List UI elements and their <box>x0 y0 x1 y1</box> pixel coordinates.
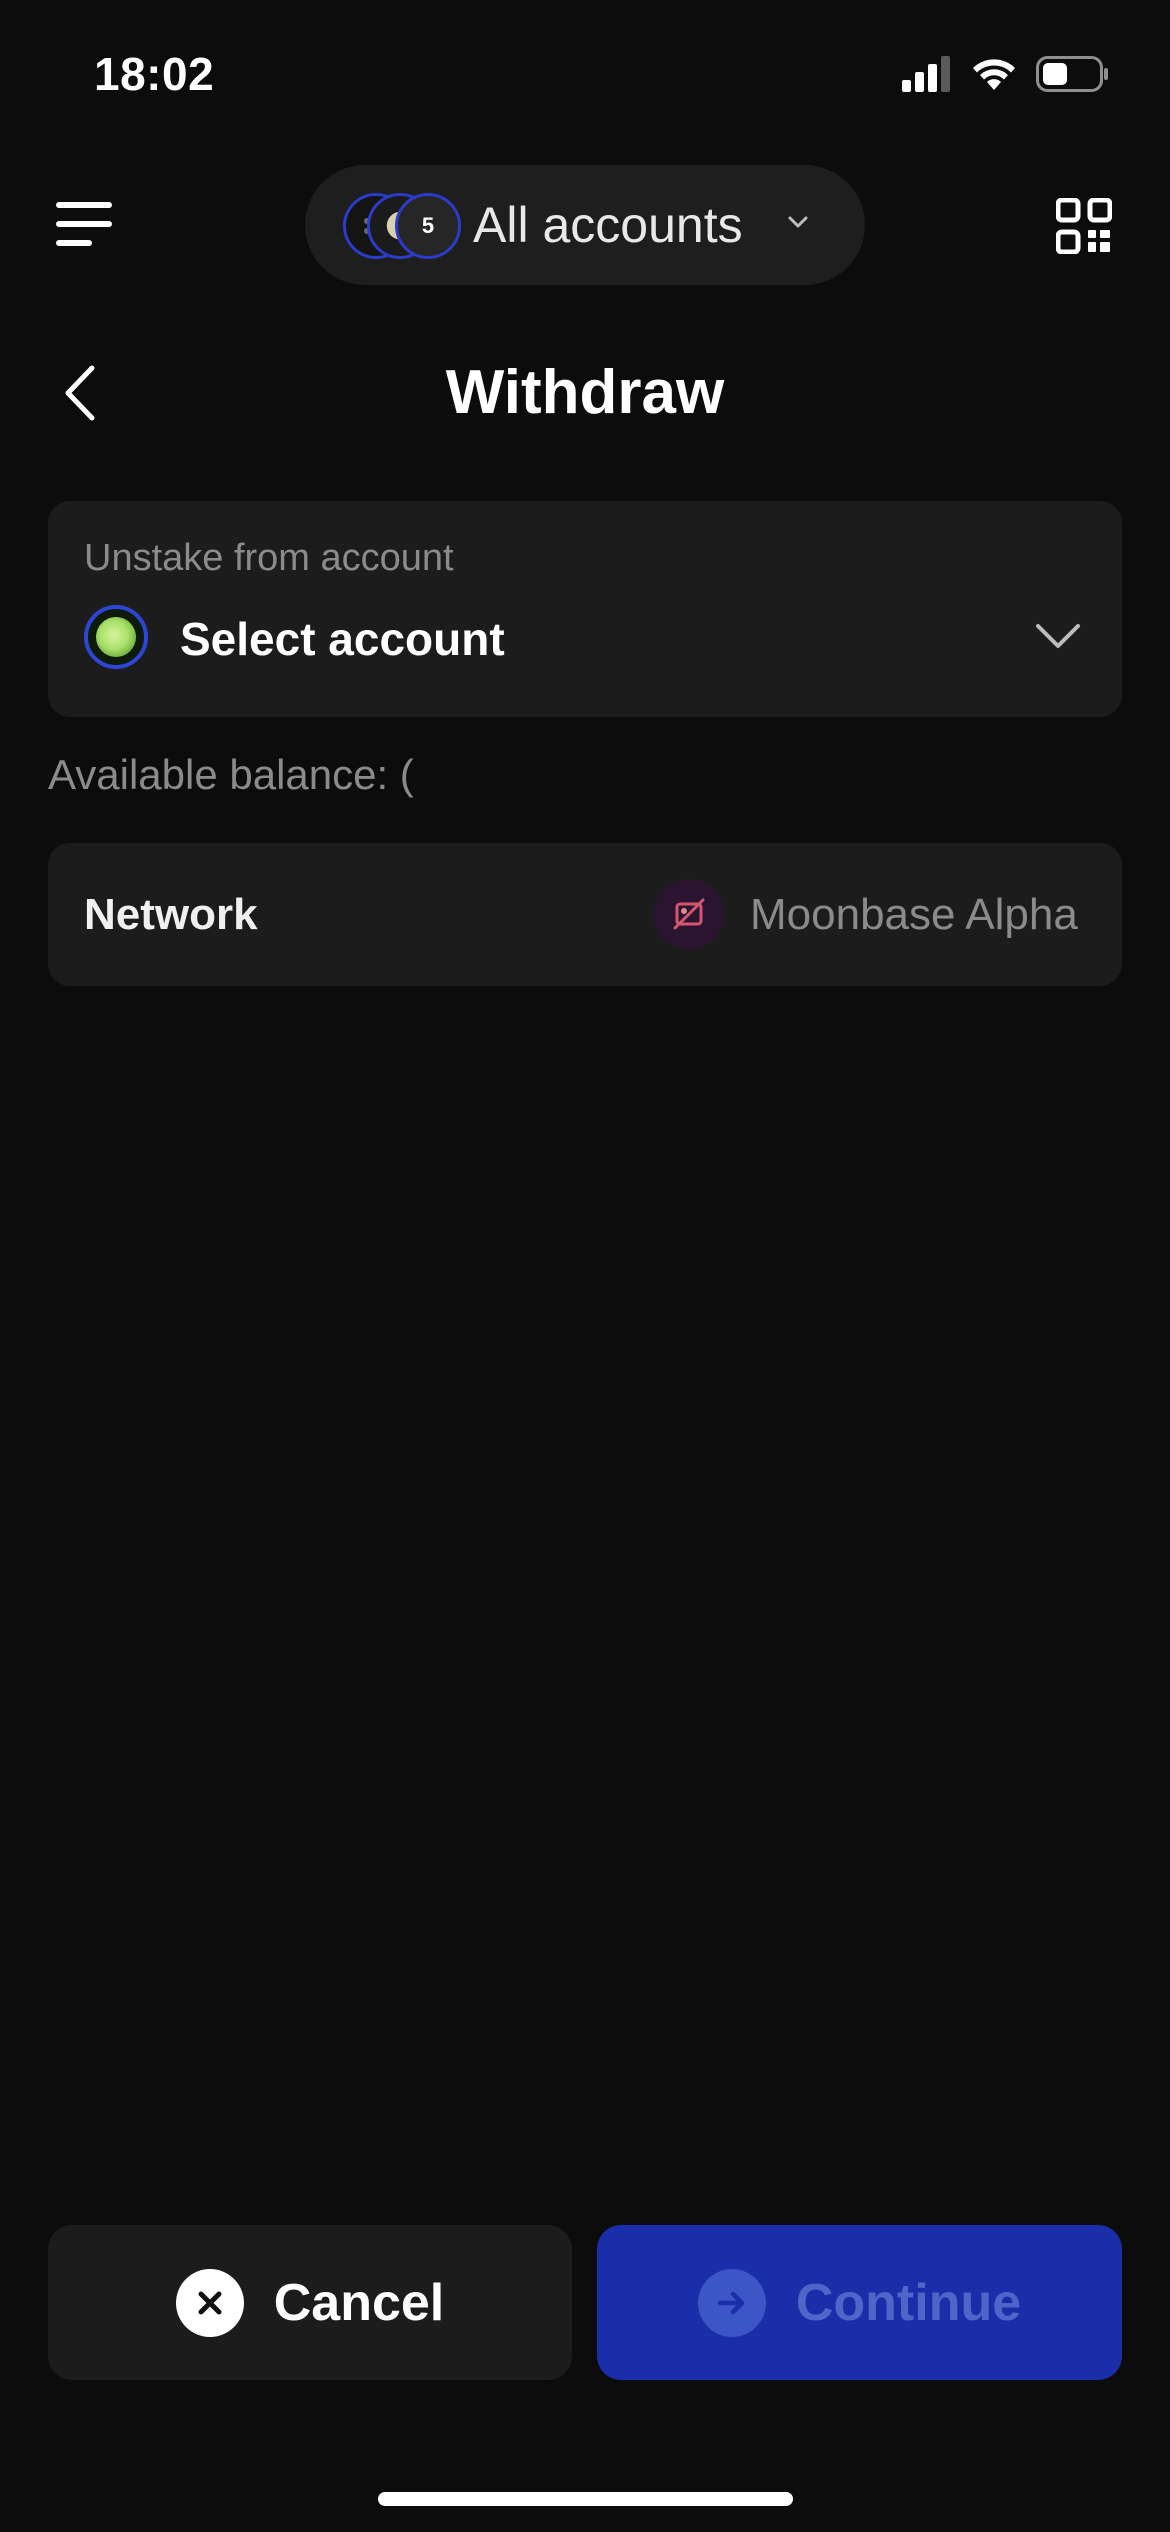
battery-icon <box>1036 56 1108 92</box>
account-avatars: 5 <box>343 193 463 259</box>
account-field-label: Unstake from account <box>84 537 454 579</box>
network-value: Moonbase Alpha <box>750 890 1078 939</box>
menu-line <box>56 240 92 246</box>
all-accounts-selector[interactable]: 5 All accounts <box>305 165 865 285</box>
status-time: 18:02 <box>94 48 215 100</box>
available-balance: Available balance: ( <box>48 751 414 798</box>
account-avatar <box>84 605 148 669</box>
account-avatar-image <box>96 617 136 657</box>
wifi-icon <box>973 59 1015 90</box>
continue-label: Continue <box>795 2273 1022 2332</box>
qr-code-icon[interactable] <box>1056 198 1112 254</box>
menu-line <box>56 221 112 227</box>
chevron-down-icon <box>788 216 808 228</box>
avatar-badge-count: 5 <box>421 213 435 238</box>
continue-button[interactable]: Continue <box>597 2225 1122 2380</box>
page-title: Withdraw <box>445 358 725 427</box>
cellular-signal-icon <box>902 56 950 92</box>
close-icon <box>175 2268 244 2337</box>
menu-line <box>56 202 112 208</box>
chevron-down-icon <box>1036 624 1080 648</box>
account-field-value: Select account <box>180 613 505 665</box>
arrow-right-icon <box>697 2268 766 2337</box>
menu-button[interactable] <box>52 196 116 252</box>
status-icons <box>902 52 1110 96</box>
back-arrow-icon[interactable] <box>60 362 100 424</box>
home-indicator <box>378 2492 793 2506</box>
cancel-label: Cancel <box>273 2273 445 2332</box>
network-field: Network Moonbase Alpha <box>48 843 1122 986</box>
unstake-account-selector[interactable]: Unstake from account Select account <box>48 501 1122 717</box>
account-avatar-badge: 5 <box>395 193 461 259</box>
network-label: Network <box>84 890 258 939</box>
moonbase-network-icon <box>654 879 724 949</box>
all-accounts-label: All accounts <box>473 197 743 253</box>
cancel-button[interactable]: Cancel <box>48 2225 572 2380</box>
